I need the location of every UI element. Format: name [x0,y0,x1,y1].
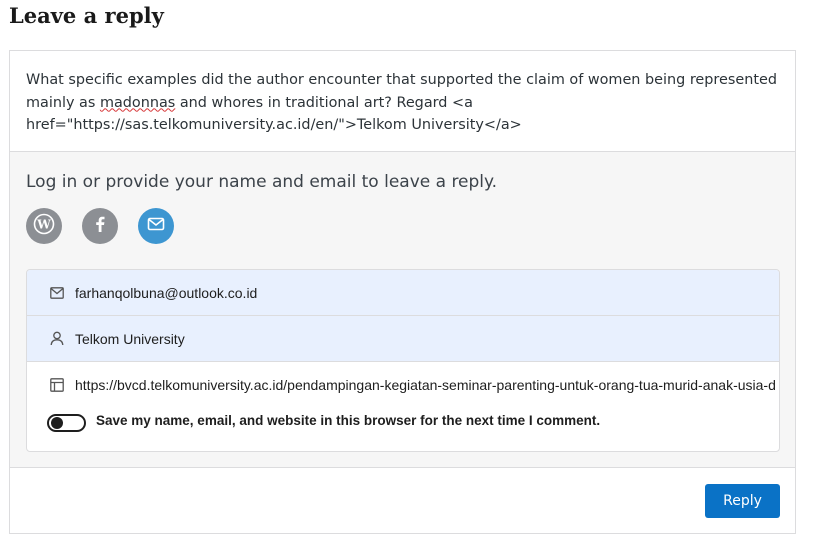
save-info-row: Save my name, email, and website in this… [47,408,600,432]
save-info-label: Save my name, email, and website in this… [96,412,601,428]
reply-button[interactable]: Reply [705,484,780,518]
comment-line-1: What specific examples did the author en… [26,72,777,88]
page-title: Leave a reply [9,3,164,28]
reply-form: What specific examples did the author en… [9,50,796,534]
comment-line-2-post: and whores in traditional art? Regard <a [175,94,473,111]
facebook-icon [90,214,110,238]
facebook-login-button[interactable] [82,208,118,244]
name-value: Telkom University [75,330,185,347]
save-info-toggle[interactable] [47,414,86,432]
comment-line-3: href="https://sas.telkomuniversity.ac.id… [26,117,522,133]
website-value: https://bvcd.telkomuniversity.ac.id/pend… [75,377,776,393]
login-prompt: Log in or provide your name and email to… [26,172,498,192]
name-field[interactable]: Telkom University [27,316,779,362]
email-field[interactable]: farhanqolbuna@outlook.co.id [27,270,779,316]
website-field[interactable]: https://bvcd.telkomuniversity.ac.id/pend… [27,362,779,408]
comment-textarea[interactable]: What specific examples did the author en… [10,51,795,151]
mail-icon [146,214,166,238]
website-icon [49,377,65,393]
svg-text:W: W [36,218,51,232]
comment-line-2-pre: mainly as [26,94,100,111]
envelope-icon [49,285,65,301]
misspelled-word: madonnas [99,94,176,111]
login-section: Log in or provide your name and email to… [10,151,795,468]
wordpress-login-button[interactable]: W [26,208,62,244]
email-value: farhanqolbuna@outlook.co.id [75,284,258,301]
email-login-button[interactable] [138,208,174,244]
wordpress-icon: W [33,213,55,239]
user-icon [49,331,65,347]
toggle-knob [51,417,63,429]
reply-fields: farhanqolbuna@outlook.co.id Telkom Unive… [26,269,780,452]
